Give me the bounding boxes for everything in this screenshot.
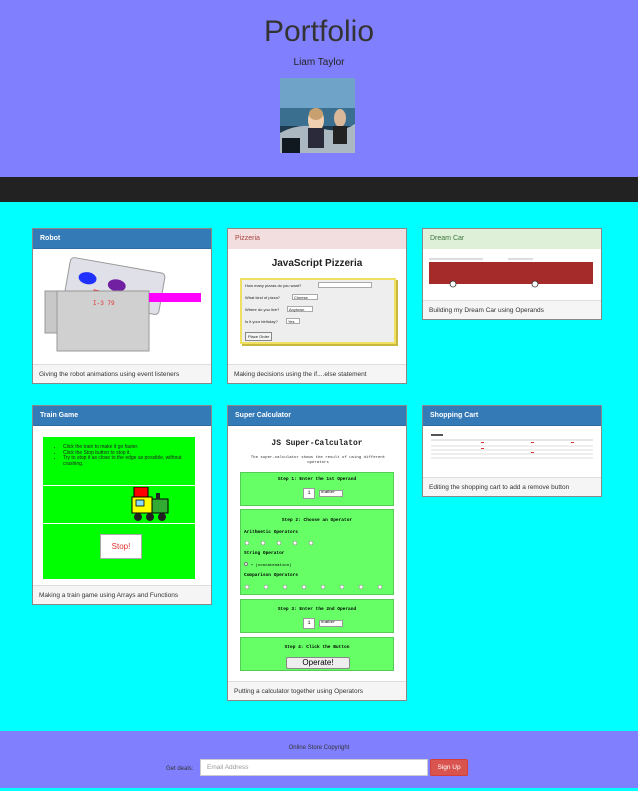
concat-option[interactable]: + (concatenation)	[244, 562, 292, 568]
panel-pizzeria-caption: Making decisions using the if....else st…	[228, 364, 406, 383]
concat-label: + (concatenation)	[250, 564, 292, 568]
panel-train-caption: Making a train game using Arrays and Fun…	[33, 585, 211, 604]
calc-step3-label: Step 3: Enter the 2nd Operand	[277, 607, 357, 612]
operand1-type-select[interactable]: number	[319, 490, 343, 497]
dreamcar-preview[interactable]	[423, 249, 601, 301]
pizza-location-select[interactable]: Anytown	[287, 306, 313, 312]
calc-step1: Step 1: Enter the 1st Operand 1 number	[240, 472, 394, 506]
panel-cart: Shopping Cart Editing the shopping cart …	[422, 405, 602, 497]
panel-robot: Robot I-3 79 Giving the robot animations…	[32, 228, 212, 384]
header: Portfolio Liam Taylor	[0, 0, 638, 177]
train-game-area: Click the train to make it go faster. Cl…	[43, 437, 195, 579]
pizza-quantity-input[interactable]	[318, 282, 372, 288]
stop-button[interactable]: Stop!	[100, 534, 142, 559]
deals-label: Get deals:	[166, 766, 194, 772]
panel-dreamcar: Dream Car Building my Dream Car using Op…	[422, 228, 602, 320]
panel-cart-title: Shopping Cart	[423, 406, 601, 426]
pizza-q3: Where do you live?	[245, 307, 280, 312]
pizza-q4: Is it your birthday?	[245, 319, 278, 324]
train-instructions: Click the train to make it go faster. Cl…	[63, 444, 183, 467]
calculator-subtitle: The super-calculator shows the result of…	[250, 456, 386, 465]
arith-radios[interactable]	[244, 540, 324, 546]
operate-button[interactable]: Operate!	[286, 657, 350, 669]
calc-step4-label: Step 4: Click the Button	[284, 645, 350, 650]
pizza-birthday-select[interactable]: Yes	[286, 318, 300, 324]
calc-step2-label: Step 2: Choose an Operator	[281, 518, 353, 523]
train-instruction: Try to stop it as close to the edge as p…	[63, 455, 183, 467]
pizza-kind-select[interactable]: Cheese	[292, 294, 318, 300]
panel-cart-caption: Editing the shopping cart to add a remov…	[423, 477, 601, 496]
comparison-radios[interactable]	[244, 584, 392, 590]
panel-calculator: Super Calculator JS Super-Calculator The…	[227, 405, 407, 701]
footer: Online Store Copyright Get deals: Email …	[0, 731, 638, 788]
operand1-input[interactable]: 1	[303, 488, 315, 499]
train-icon[interactable]	[130, 487, 172, 523]
calc-step3: Step 3: Enter the 2nd Operand 1 number	[240, 599, 394, 633]
pizza-q2: What kind of pizza?	[245, 295, 280, 300]
cart-preview[interactable]	[423, 426, 601, 479]
pizzeria-preview[interactable]: JavaScript Pizzeria How many pizzas do y…	[228, 249, 406, 365]
pizza-q1: How many pizzas do you want?	[245, 283, 302, 288]
panel-calculator-title: Super Calculator	[228, 406, 406, 426]
panel-robot-title: Robot	[33, 229, 211, 249]
panel-pizzeria: Pizzeria JavaScript Pizzeria How many pi…	[227, 228, 407, 384]
calc-step2: Step 2: Choose an Operator Arithmetic Op…	[240, 509, 394, 595]
operand2-input[interactable]: 1	[303, 618, 315, 629]
panel-train-title: Train Game	[33, 406, 211, 426]
calculator-app-title: JS Super-Calculator	[271, 439, 363, 448]
calc-step1-label: Step 1: Enter the 1st Operand	[277, 477, 357, 482]
panel-dreamcar-title: Dream Car	[423, 229, 601, 249]
navbar	[0, 177, 638, 202]
arith-label: Arithmetic Operators	[244, 530, 299, 535]
panel-calculator-caption: Putting a calculator together using Oper…	[228, 681, 406, 700]
page-title: Portfolio	[263, 15, 375, 48]
robot-preview[interactable]: I-3 79	[33, 249, 211, 365]
string-op-label: String Operator	[244, 551, 285, 556]
calc-step4: Step 4: Click the Button Operate!	[240, 637, 394, 671]
pizzeria-form: How many pizzas do you want? What kind o…	[240, 278, 396, 344]
operand2-type-select[interactable]: number	[319, 620, 343, 627]
signup-button[interactable]: Sign Up	[430, 759, 468, 776]
profile-photo	[280, 78, 355, 153]
panel-train: Train Game Click the train to make it go…	[32, 405, 212, 605]
footer-copyright: Online Store Copyright	[288, 745, 350, 751]
panel-pizzeria-title: Pizzeria	[228, 229, 406, 249]
email-field[interactable]: Email Address	[200, 759, 428, 776]
robot-display: I-3 79	[93, 300, 115, 307]
pizzeria-app-title: JavaScript Pizzeria	[271, 258, 363, 269]
panel-dreamcar-caption: Building my Dream Car using Operands	[423, 300, 601, 319]
calculator-preview[interactable]: JS Super-Calculator The super-calculator…	[228, 426, 406, 682]
train-preview[interactable]: Click the train to make it go faster. Cl…	[33, 426, 211, 586]
panel-robot-caption: Giving the robot animations using event …	[33, 364, 211, 383]
comparison-label: Comparison Operators	[244, 573, 299, 578]
place-order-button[interactable]: Place Order	[245, 332, 273, 341]
author-name: Liam Taylor	[293, 57, 345, 68]
